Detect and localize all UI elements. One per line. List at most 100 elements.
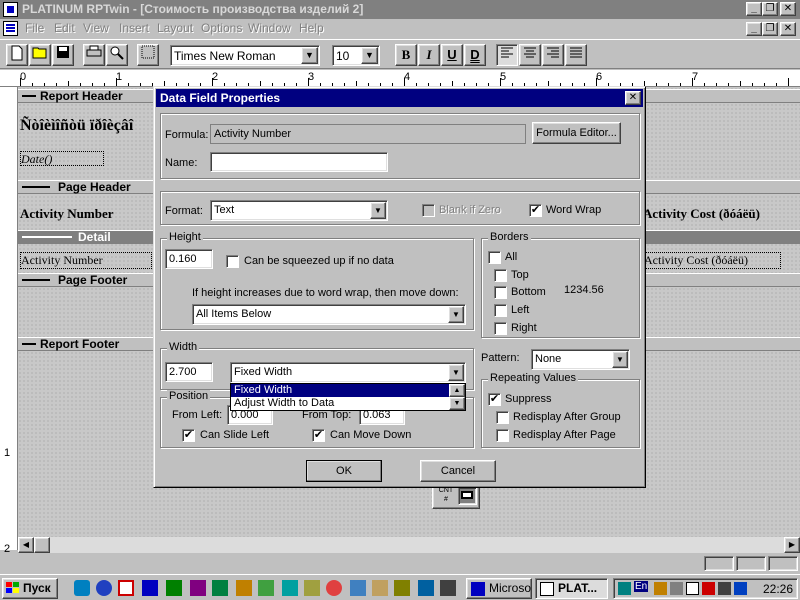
- double-underline-button[interactable]: D: [464, 44, 486, 66]
- tray-icon[interactable]: [734, 582, 747, 595]
- desktop-icon[interactable]: [74, 580, 90, 596]
- doc-close-button[interactable]: ✕: [780, 22, 796, 36]
- menu-insert[interactable]: Insert: [119, 21, 149, 35]
- target-icon[interactable]: [326, 580, 342, 596]
- tray-icon[interactable]: [618, 582, 631, 595]
- menu-window[interactable]: Window: [248, 21, 291, 35]
- cancel-button[interactable]: Cancel: [420, 460, 496, 482]
- save-button[interactable]: [52, 44, 74, 66]
- italic-button[interactable]: I: [418, 44, 440, 66]
- dialog-close-button[interactable]: ✕: [625, 91, 641, 105]
- print-button[interactable]: [83, 44, 105, 66]
- menu-file[interactable]: File: [25, 21, 44, 35]
- powerpoint-icon[interactable]: [190, 580, 206, 596]
- width-mode-select[interactable]: Fixed Width ▼: [230, 362, 466, 383]
- dialog-title-bar[interactable]: Data Field Properties ✕: [156, 89, 643, 107]
- align-center-button[interactable]: [519, 44, 541, 66]
- minimize-button[interactable]: _: [746, 2, 762, 16]
- list-scroll-down-icon[interactable]: ▼: [449, 397, 465, 410]
- menu-options[interactable]: Options: [201, 21, 242, 35]
- globe-icon[interactable]: [418, 580, 434, 596]
- counter-tool-button[interactable]: CNT #: [436, 486, 456, 506]
- menu-edit[interactable]: Edit: [54, 21, 75, 35]
- ok-button[interactable]: OK: [306, 460, 382, 482]
- network-icon[interactable]: [282, 580, 298, 596]
- horizontal-ruler[interactable]: 0 1 2 3 4 5 6 7: [0, 70, 800, 87]
- scroll-thumb[interactable]: [34, 537, 50, 553]
- access-icon[interactable]: [236, 580, 252, 596]
- align-left-button[interactable]: [496, 44, 518, 66]
- width-input[interactable]: 2.700: [165, 362, 213, 382]
- start-button[interactable]: Пуск: [2, 578, 58, 599]
- doc-restore-button[interactable]: ❐: [762, 22, 778, 36]
- can-slide-left-checkbox[interactable]: ✔: [182, 429, 195, 442]
- width-mode-option[interactable]: Fixed Width: [231, 384, 449, 397]
- taskbar-item-word[interactable]: Microso...: [466, 578, 532, 599]
- chevron-down-icon[interactable]: ▼: [370, 202, 386, 219]
- doc-minimize-button[interactable]: _: [746, 22, 762, 36]
- blank-if-zero-checkbox[interactable]: [422, 204, 435, 217]
- activity-cost-header[interactable]: Activity Cost (ðóáëü): [643, 206, 760, 222]
- can-move-down-checkbox[interactable]: ✔: [312, 429, 325, 442]
- border-right-checkbox[interactable]: [494, 322, 507, 335]
- window-title-bar[interactable]: PLATINUM RPTwin - [Стоимость производств…: [0, 0, 800, 19]
- document-icon[interactable]: [3, 21, 18, 36]
- tray-icon[interactable]: [718, 582, 731, 595]
- restore-button[interactable]: ❐: [762, 2, 778, 16]
- format-select[interactable]: Text ▼: [210, 200, 388, 221]
- activity-number-field[interactable]: Activity Number: [20, 252, 152, 269]
- chevron-down-icon[interactable]: ▼: [448, 364, 464, 381]
- excel-icon[interactable]: [212, 580, 228, 596]
- formula-editor-button[interactable]: Formula Editor...: [532, 122, 621, 144]
- bold-button[interactable]: B: [395, 44, 417, 66]
- can-squeeze-checkbox[interactable]: [226, 255, 239, 268]
- activity-number-header[interactable]: Activity Number: [20, 206, 114, 222]
- scanner-icon[interactable]: [394, 580, 410, 596]
- date-field[interactable]: Date(): [20, 151, 104, 166]
- report-title-field[interactable]: Ñòîèìîñòü ïðîèçâî: [20, 117, 133, 135]
- border-left-checkbox[interactable]: [494, 304, 507, 317]
- close-button[interactable]: ✕: [780, 2, 796, 16]
- chevron-down-icon[interactable]: ▼: [612, 351, 628, 368]
- vertical-ruler[interactable]: 1 2: [0, 87, 18, 555]
- scroll-right-icon[interactable]: ▶: [784, 537, 800, 553]
- underline-button[interactable]: U: [441, 44, 463, 66]
- app-icon[interactable]: [3, 2, 18, 17]
- language-indicator[interactable]: En: [634, 581, 649, 592]
- scroll-left-icon[interactable]: ◀: [18, 537, 34, 553]
- tray-icon[interactable]: [702, 582, 715, 595]
- chevron-down-icon[interactable]: ▼: [361, 47, 378, 64]
- tray-icon[interactable]: [654, 582, 667, 595]
- tray-icon[interactable]: [686, 582, 699, 595]
- taskbar-item-platinum[interactable]: PLAT...: [535, 578, 608, 599]
- name-input[interactable]: [210, 152, 388, 172]
- word-icon[interactable]: [142, 580, 158, 596]
- list-scroll-up-icon[interactable]: ▲: [449, 384, 465, 397]
- suppress-checkbox[interactable]: ✔: [488, 393, 501, 406]
- justify-button[interactable]: [565, 44, 587, 66]
- word-wrap-checkbox[interactable]: ✔: [529, 204, 542, 217]
- horizontal-scrollbar[interactable]: ◀ ▶: [18, 537, 800, 553]
- data-field-tool-button[interactable]: [458, 487, 477, 505]
- border-top-checkbox[interactable]: [494, 269, 507, 282]
- clock[interactable]: 22:26: [763, 582, 793, 596]
- width-mode-option[interactable]: Adjust Width to Data: [231, 397, 449, 410]
- align-right-button[interactable]: [542, 44, 564, 66]
- border-bottom-checkbox[interactable]: [494, 286, 507, 299]
- height-move-select[interactable]: All Items Below ▼: [192, 304, 466, 325]
- new-file-button[interactable]: [6, 44, 28, 66]
- chevron-down-icon[interactable]: ▼: [448, 306, 464, 323]
- internet-explorer-icon[interactable]: [96, 580, 112, 596]
- app-icon[interactable]: [440, 580, 456, 596]
- height-input[interactable]: 0.160: [165, 249, 213, 269]
- app-icon[interactable]: [258, 580, 274, 596]
- menu-layout[interactable]: Layout: [157, 21, 193, 35]
- font-name-select[interactable]: Times New Roman ▼: [170, 45, 320, 66]
- chevron-down-icon[interactable]: ▼: [301, 47, 318, 64]
- pattern-select[interactable]: None ▼: [531, 349, 630, 370]
- menu-view[interactable]: View: [83, 21, 109, 35]
- files-icon[interactable]: [166, 580, 182, 596]
- redisplay-page-checkbox[interactable]: [496, 429, 509, 442]
- open-button[interactable]: [29, 44, 51, 66]
- tool-icon[interactable]: [304, 580, 320, 596]
